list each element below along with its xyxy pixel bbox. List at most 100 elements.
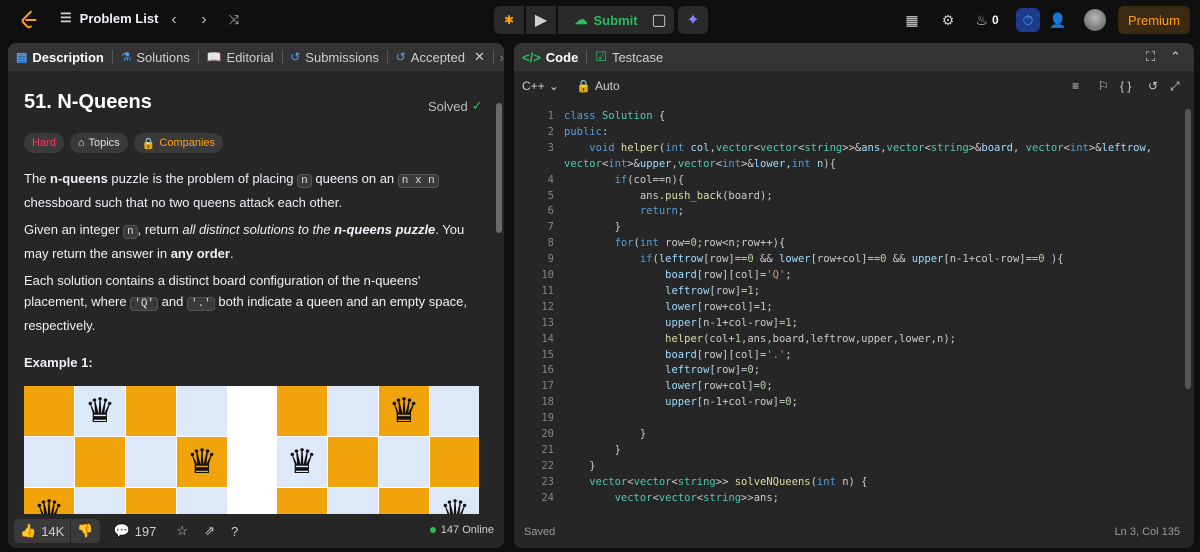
code-line[interactable]: if(col==n){ [564,174,685,186]
tab-testcase[interactable]: ☑ Testcase [587,43,671,71]
cloud-upload-icon: ☁ [574,12,588,27]
avatar[interactable] [1084,9,1106,31]
submit-label: Submit [593,12,638,28]
submit-button[interactable]: ☁ Submit [558,6,654,34]
text: and [158,294,187,309]
close-icon[interactable]: ✕ [474,49,485,65]
text: chessboard such that no two queens attac… [24,195,342,210]
board-cell: ♛ [277,437,327,487]
text-italic: all distinct solutions to the [182,222,335,237]
layout-icon[interactable]: ▦ [902,10,922,30]
code-line[interactable]: } [564,460,595,472]
code-line[interactable]: for(int row=0;row<n;row++){ [564,237,786,249]
line-number: 20 [541,428,554,440]
code-line[interactable]: } [564,221,621,233]
line-number: 2 [547,125,554,138]
board-cell [75,437,125,487]
line-number: 22 [541,459,554,472]
leetcode-logo-icon[interactable] [18,9,40,31]
debug-button[interactable]: ✱ [494,6,524,34]
code-line[interactable]: } [564,428,646,440]
format-icon[interactable]: ≡ [1072,79,1079,93]
top-bar: ☰ Problem List ‹ › ⤨ ✱ ▶ ☁ Submit ▢ ✦ ▦ … [0,0,1200,40]
code-line[interactable]: leftrow[row]=1; [564,285,760,297]
bookmark-icon[interactable]: ⚐ [1098,79,1109,93]
code-line[interactable]: board[row][col]='.'; [564,349,791,361]
dislike-button[interactable]: 👎 [71,519,100,543]
tab-solutions[interactable]: ⚗ Solutions [113,43,198,71]
editor-scrollbar[interactable] [1185,109,1191,389]
example-heading: Example 1: [24,355,93,370]
chevron-down-icon: ⌄ [548,79,559,93]
code-line[interactable]: class Solution { [564,110,665,122]
lock-icon: 🔒 [141,137,156,150]
problem-list-label: Problem List [79,10,159,26]
auto-mode[interactable]: 🔒 Auto [576,79,620,93]
code-line[interactable]: void helper(int col,vector<vector<string… [564,142,1152,154]
editor-footer: Saved Ln 3, Col 135 [514,516,1194,548]
problem-list-button[interactable]: ☰ Problem List [60,10,158,26]
premium-button[interactable]: Premium [1118,6,1190,34]
notes-button[interactable]: ▢ [644,6,674,34]
line-number: 8 [547,237,554,250]
text-bold: any order [170,246,230,261]
text-bold-italic: n-queens puzzle [334,222,436,237]
tab-code-label: Code [545,49,579,65]
scrollbar[interactable] [496,103,502,233]
code-line[interactable]: lower[row+col]=1; [564,301,772,313]
tab-testcase-label: Testcase [611,49,664,65]
ai-button[interactable]: ✦ [678,6,708,34]
tab-editorial[interactable]: 📖 Editorial [199,43,282,71]
board-cell [126,488,176,516]
add-friend-icon[interactable]: 👤 [1048,10,1068,30]
gear-icon[interactable]: ⚙ [938,10,958,30]
code-line[interactable]: upper[n-1+col-row]=0; [564,396,798,408]
timer-icon[interactable]: ⏱ [1016,8,1040,32]
description-panel: ▤ Description ⚗ Solutions 📖 Editorial ↺ Subm… [8,43,504,548]
code-line[interactable]: ans.push_back(board); [564,190,773,202]
fullscreen-icon[interactable]: ⤢ [1170,79,1180,94]
code-line[interactable]: if(leftrow[row]==0 && lower[row+col]==0 … [564,253,1064,265]
reset-icon[interactable]: ↺ [1148,79,1158,93]
left-tab-bar: ▤ Description ⚗ Solutions 📖 Editorial ↺ Subm… [8,43,504,71]
more-tabs-icon[interactable]: › [494,50,504,65]
board-cell [328,386,378,436]
code-line[interactable]: lower[row+col]=0; [564,380,772,392]
streak-counter[interactable]: ♨ 0 [972,10,1002,30]
comments-button[interactable]: 💬 197 [114,523,157,539]
tab-code[interactable]: </> Code [514,43,586,71]
code-line[interactable]: upper[n-1+col-row]=1; [564,317,798,329]
companies-chip[interactable]: 🔒 Companies [133,133,224,153]
code-line[interactable]: return; [564,205,684,217]
tab-accepted[interactable]: ↺ Accepted ✕ [388,43,493,71]
tag-icon: ⌂ [77,137,85,149]
braces-icon[interactable]: { } [1120,79,1131,93]
board-cell [277,386,327,436]
collapse-icon[interactable]: ⌃ [1170,49,1181,65]
board-cell: ♛ [379,386,429,436]
code-line[interactable]: public: [564,126,608,138]
star-icon[interactable]: ☆ [176,523,188,539]
code-line[interactable]: board[row][col]='Q'; [564,269,791,281]
prev-problem-button[interactable]: ‹ [164,10,184,30]
language-select[interactable]: C++ ⌄ [522,79,559,93]
code-line[interactable]: vector<vector<string>>ans; [564,492,779,504]
maximize-icon[interactable]: ⛶ [1146,49,1155,65]
code-line[interactable]: } [564,444,621,456]
help-icon[interactable]: ? [231,524,238,539]
share-icon[interactable]: ⇗ [204,523,215,539]
like-button[interactable]: 👍 14K [14,519,71,543]
tab-description[interactable]: ▤ Description [8,43,112,71]
online-indicator: 147 Online [429,524,494,536]
bug-icon: ✱ [503,13,515,27]
code-line[interactable]: helper(col+1,ans,board,leftrow,upper,low… [564,333,956,345]
board-cell [75,488,125,516]
next-problem-button[interactable]: › [194,10,214,30]
shuffle-icon[interactable]: ⤨ [224,10,244,30]
tab-submissions[interactable]: ↺ Submissions [282,43,387,71]
code-line[interactable]: leftrow[row]=0; [564,364,760,376]
code-line[interactable]: vector<int>&upper,vector<int>&lower,int … [564,158,836,170]
run-button[interactable]: ▶ [526,6,556,34]
topics-chip[interactable]: ⌂ Topics [69,133,128,153]
code-line[interactable]: vector<vector<string>> solveNQueens(int … [564,476,867,488]
